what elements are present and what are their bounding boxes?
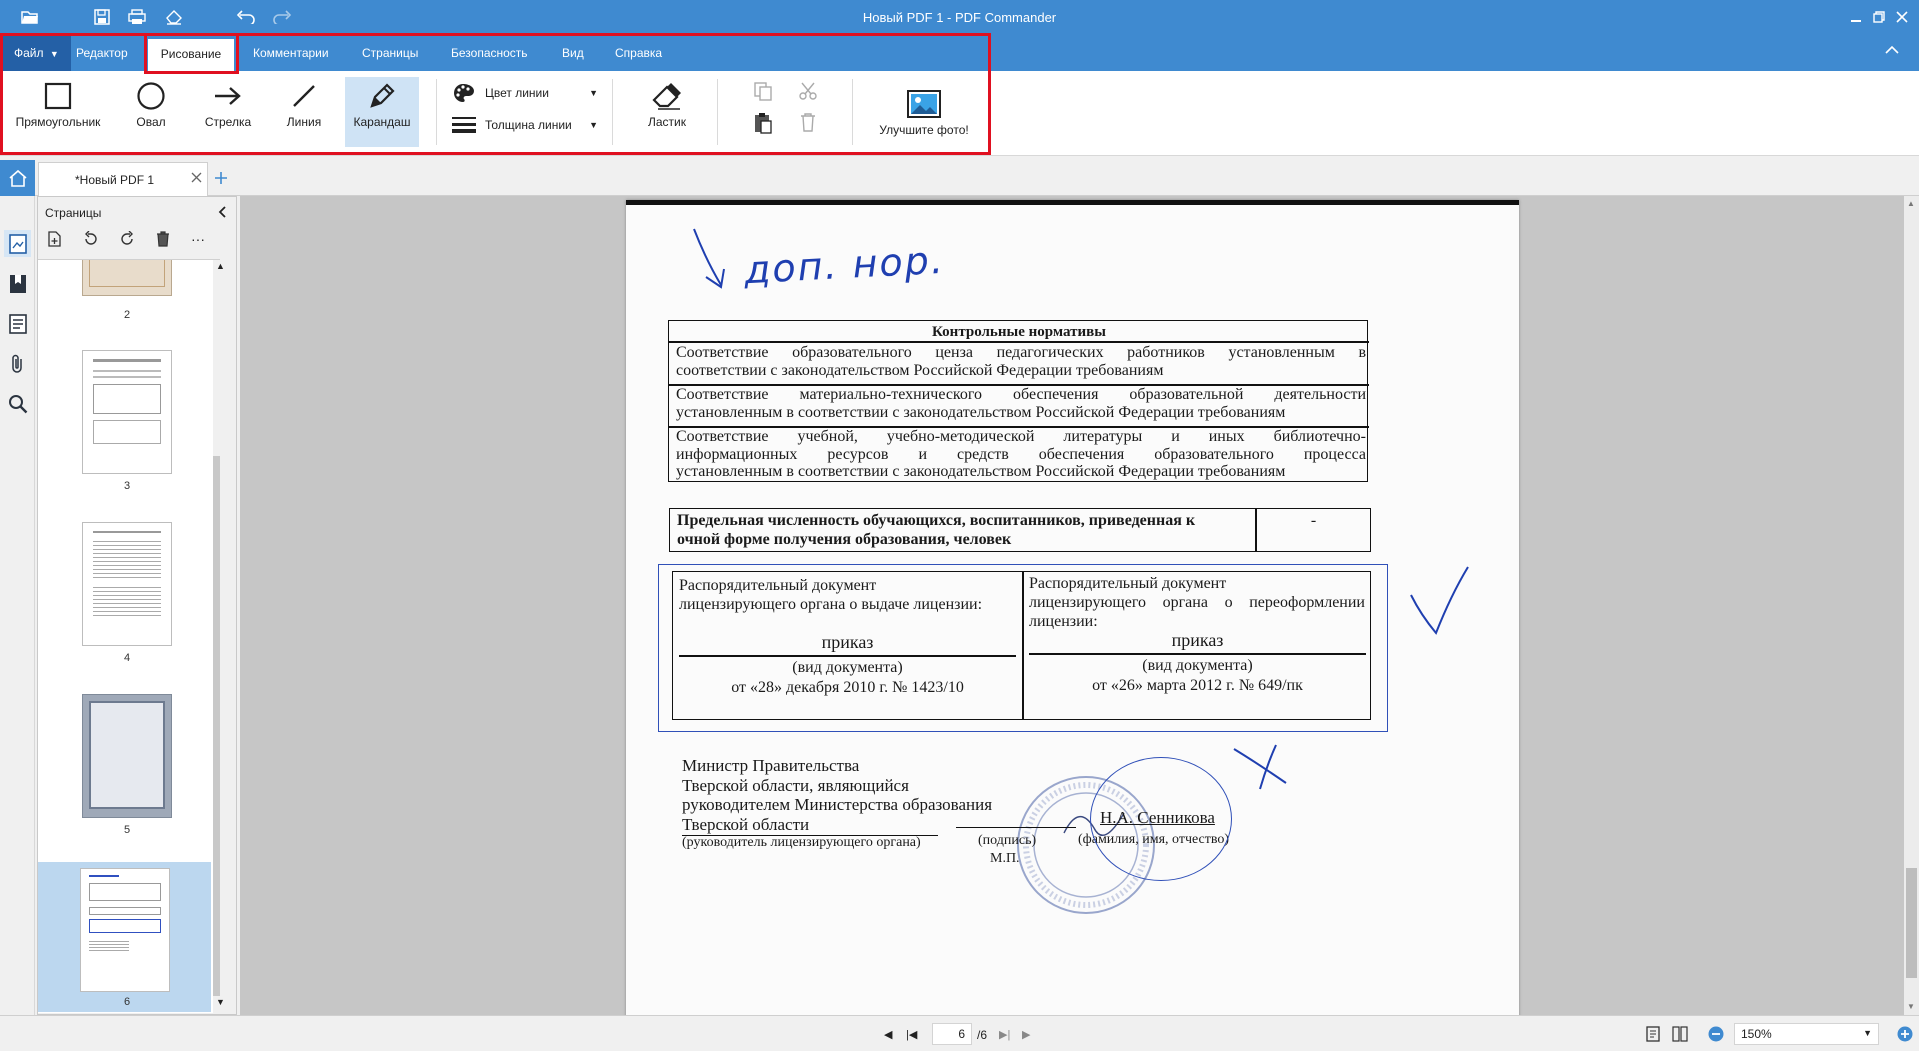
zoom-select[interactable]: 150% ▼: [1734, 1023, 1879, 1045]
handwritten-x-annotation: [1233, 744, 1287, 790]
thumbnail-page-4[interactable]: 4: [42, 522, 212, 672]
drawing-tab-highlight: [144, 33, 239, 74]
side-rail: [0, 196, 35, 1051]
license-right-date: от «26» марта 2012 г. № 649/пк: [1092, 677, 1303, 694]
page-total: /6: [977, 1028, 988, 1042]
restore-icon[interactable]: [1868, 6, 1890, 28]
norms-row-2b: установленным в соответствии с законодат…: [676, 404, 1286, 421]
norms-table: Контрольные нормативы Соответствие образ…: [668, 320, 1369, 482]
norms-header: Контрольные нормативы: [932, 324, 1106, 340]
zoom-level: 150%: [1741, 1027, 1772, 1041]
license-left-a: Распорядительный документ: [679, 577, 877, 594]
signatory-line-3: руководителем Министерства образования: [682, 795, 993, 814]
pages-panel-icon[interactable]: [4, 230, 31, 257]
thumbnail-page-6-selected[interactable]: 6: [38, 862, 211, 1012]
license-left-b: лицензирующего органа о выдаче лицензии:: [679, 596, 983, 613]
scroll-up-icon[interactable]: ▲: [216, 261, 225, 271]
thumbnail-number: 4: [123, 652, 131, 664]
thumbnail-number: 3: [123, 480, 131, 492]
collapse-ribbon-icon[interactable]: [1884, 44, 1904, 62]
limit-table: Предельная численность обучающихся, восп…: [669, 508, 1371, 552]
document-tab-label: *Новый PDF 1: [75, 173, 155, 187]
pages-panel: Страницы ··· 2 3 4 5 6 ▲ ▼: [37, 196, 237, 1015]
title-bar: Новый PDF 1 - PDF Commander: [0, 0, 1919, 35]
seal-caption: М.П.: [990, 851, 1020, 866]
license-left-caption: (вид документа): [792, 659, 903, 676]
scroll-up-icon[interactable]: ▲: [1907, 199, 1915, 208]
thumbnail-page-5[interactable]: 5: [42, 694, 212, 844]
limit-label-a: Предельная численность обучающихся, восп…: [677, 512, 1196, 529]
attachments-icon[interactable]: [4, 350, 31, 377]
insert-page-icon[interactable]: [47, 231, 62, 247]
collapse-panel-icon[interactable]: [217, 206, 227, 218]
thumbnail-number: 2: [123, 309, 131, 321]
pages-panel-title: Страницы: [45, 206, 102, 220]
handwritten-check-annotation: [1410, 566, 1469, 635]
thumbnail-number: 5: [123, 824, 131, 836]
search-icon[interactable]: [4, 390, 31, 417]
thumbnail-number: 6: [123, 996, 131, 1008]
thumbnail-scrollbar[interactable]: [213, 260, 220, 1013]
first-page-icon[interactable]: |◀: [906, 1028, 917, 1041]
add-tab-icon[interactable]: [214, 171, 228, 185]
thumbnail-page-2[interactable]: 2: [42, 260, 212, 330]
thumbnail-list: 2 3 4 5 6: [38, 259, 220, 1013]
signatory-line-2: Тверской области, являющийся: [682, 776, 909, 795]
norms-row-1b: соответствии с законодательством Российс…: [676, 362, 1164, 379]
status-bar: ◀ |◀ 6 /6 ▶| ▶ 150% ▼: [0, 1015, 1919, 1051]
delete-page-icon[interactable]: [156, 231, 170, 247]
scroll-down-icon[interactable]: ▼: [216, 997, 225, 1007]
page-current: 6: [958, 1027, 965, 1041]
two-page-view-icon[interactable]: [1672, 1026, 1688, 1042]
limit-label-b: очной форме получения образования, челов…: [677, 531, 1012, 548]
viewer-scrollbar[interactable]: ▲ ▼: [1904, 196, 1919, 1015]
more-icon[interactable]: ···: [191, 232, 205, 246]
single-page-view-icon[interactable]: [1645, 1026, 1661, 1042]
license-left-type: приказ: [821, 632, 874, 652]
bookmarks-icon[interactable]: [4, 270, 31, 297]
blue-oval-annotation[interactable]: [1090, 757, 1232, 881]
license-right-a: Распорядительный документ: [1029, 575, 1227, 592]
norms-row-3c: установленным в соответствии с законодат…: [676, 463, 1286, 480]
page-number-input[interactable]: 6: [932, 1023, 972, 1045]
zoom-in-icon[interactable]: [1897, 1026, 1913, 1042]
handwritten-note: доп. нор.: [742, 237, 946, 293]
zoom-out-icon[interactable]: [1708, 1026, 1724, 1042]
close-icon[interactable]: [1891, 6, 1913, 28]
signatory-line-4: Тверской области: [682, 815, 810, 834]
norms-row-2a: Соответствие материально-технического об…: [676, 386, 1366, 403]
thumbnail-page-3[interactable]: 3: [42, 350, 212, 500]
signatory-caption: (руководитель лицензирующего органа): [682, 835, 921, 850]
home-button[interactable]: [0, 160, 35, 196]
norms-row-3a: Соответствие учебной, учебно-методическо…: [676, 428, 1366, 445]
window-title: Новый PDF 1 - PDF Commander: [862, 10, 1057, 25]
license-right-caption: (вид документа): [1142, 657, 1253, 674]
scrollbar-thumb[interactable]: [1906, 868, 1917, 978]
license-table: Распорядительный документ лицензирующего…: [672, 571, 1371, 720]
signatory-line-1: Министр Правительства: [682, 756, 860, 775]
annotations-icon[interactable]: [4, 310, 31, 337]
rotate-right-icon[interactable]: [119, 231, 135, 247]
license-right-b: лицензирующего органа о переоформлении: [1029, 594, 1365, 611]
scroll-down-icon[interactable]: ▼: [1907, 1002, 1915, 1011]
license-right-type: приказ: [1171, 630, 1224, 650]
document-viewer[interactable]: доп. нор. Контрольные нормативы Соответс…: [240, 196, 1904, 1015]
license-left-date: от «28» декабря 2010 г. № 1423/10: [731, 679, 964, 696]
handwritten-arrow-annotation: [693, 228, 725, 289]
limit-value: -: [1310, 512, 1317, 529]
signature-caption: (подпись): [978, 833, 1037, 848]
norms-row-1a: Соответствие образовательного ценза педа…: [676, 344, 1366, 361]
document-tab[interactable]: *Новый PDF 1: [38, 162, 208, 196]
caret-down-icon: ▼: [1863, 1028, 1872, 1038]
last-page-icon[interactable]: ▶|: [999, 1028, 1010, 1041]
pdf-page[interactable]: доп. нор. Контрольные нормативы Соответс…: [626, 200, 1519, 1015]
close-tab-icon[interactable]: [191, 172, 202, 183]
prev-page-icon[interactable]: ◀: [884, 1028, 892, 1041]
rotate-left-icon[interactable]: [83, 231, 99, 247]
next-page-icon[interactable]: ▶: [1022, 1028, 1030, 1041]
document-tab-strip: *Новый PDF 1: [0, 156, 1919, 196]
minimize-icon[interactable]: [1845, 6, 1867, 28]
license-right-c: лицензии:: [1029, 613, 1098, 630]
